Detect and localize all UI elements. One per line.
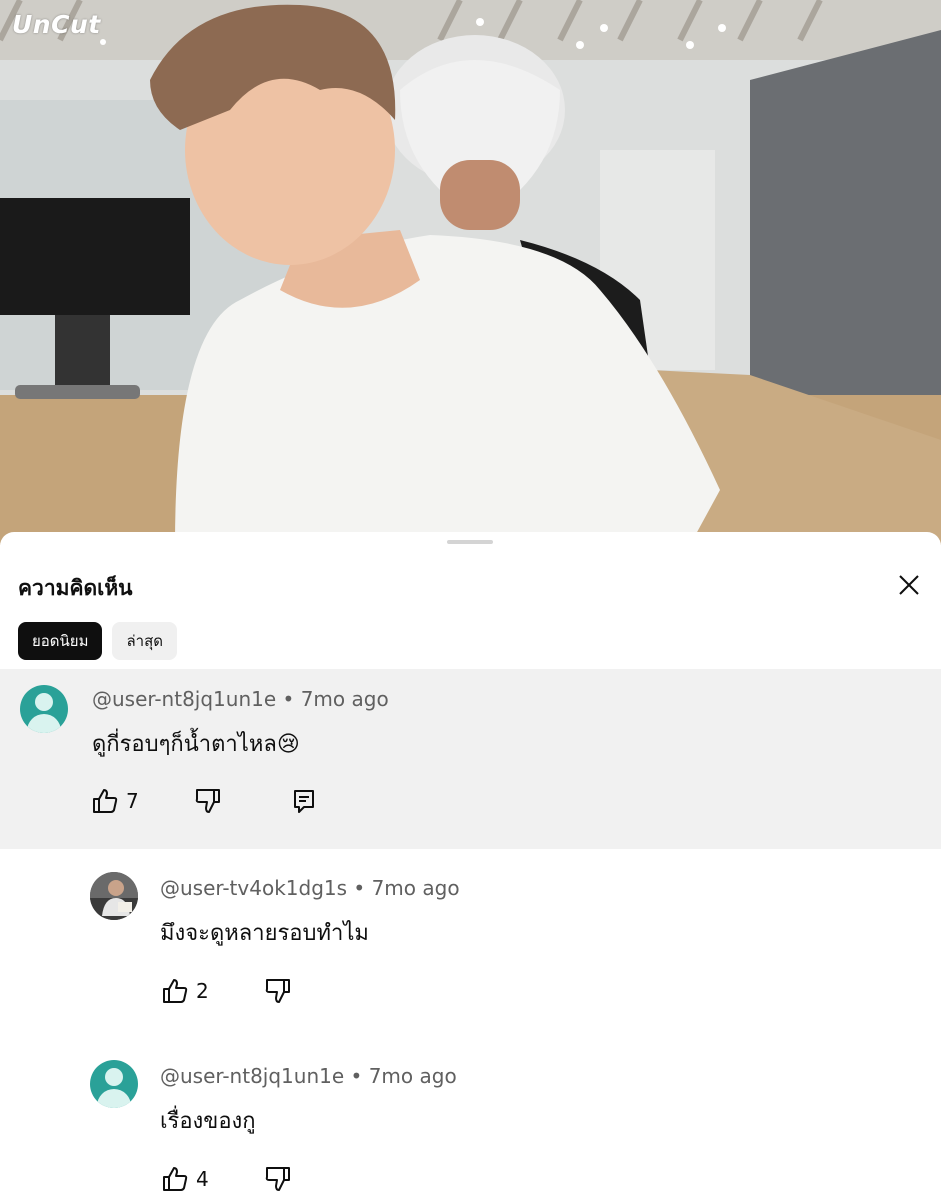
comments-title: ความคิดเห็น bbox=[18, 576, 133, 600]
close-button[interactable] bbox=[892, 568, 926, 602]
comment-text: ดูกี่รอบๆก็น้ำตาไหล😢 bbox=[92, 732, 300, 757]
reply-comment-icon bbox=[293, 790, 314, 813]
comment-meta: @user-nt8jq1un1e • 7mo ago bbox=[92, 687, 389, 711]
profile-photo bbox=[90, 872, 138, 920]
thumbs-up-icon bbox=[163, 1167, 188, 1191]
avatar-head-shape bbox=[35, 693, 53, 711]
like-count: 2 bbox=[196, 979, 209, 1003]
dislike-button[interactable] bbox=[263, 1164, 293, 1194]
sort-chips: ยอดนิยม ล่าสุด bbox=[18, 622, 177, 660]
dislike-button[interactable] bbox=[193, 786, 223, 816]
thumbs-down-icon bbox=[195, 789, 220, 813]
sort-chip-newest[interactable]: ล่าสุด bbox=[112, 622, 177, 660]
avatar[interactable] bbox=[20, 685, 68, 733]
comment-text: เรื่องของกู bbox=[160, 1109, 256, 1134]
like-count: 7 bbox=[126, 789, 139, 813]
avatar-body-shape bbox=[27, 714, 61, 733]
close-icon bbox=[899, 575, 919, 595]
comment-meta: @user-tv4ok1dg1s • 7mo ago bbox=[160, 876, 460, 900]
reply-button[interactable] bbox=[289, 786, 319, 816]
like-button[interactable]: 4 bbox=[160, 1164, 209, 1194]
avatar-head-shape bbox=[105, 1068, 123, 1086]
comment-author[interactable]: @user-nt8jq1un1e bbox=[160, 1064, 344, 1088]
avatar[interactable] bbox=[90, 872, 138, 920]
meta-separator: • bbox=[282, 687, 295, 711]
sort-chip-top[interactable]: ยอดนิยม bbox=[18, 622, 103, 660]
avatar-body-shape bbox=[97, 1089, 131, 1108]
video-player[interactable]: UnCut bbox=[0, 0, 941, 545]
avatar[interactable] bbox=[90, 1060, 138, 1108]
comment-actions: 2 bbox=[160, 976, 293, 1006]
drag-handle[interactable] bbox=[447, 540, 493, 544]
thumbs-up-icon bbox=[163, 979, 188, 1003]
meta-separator: • bbox=[353, 876, 366, 900]
thumbs-up-icon bbox=[93, 789, 118, 813]
top-comment: @user-nt8jq1un1e • 7mo ago ดูกี่รอบๆก็น้… bbox=[0, 669, 941, 849]
comment-actions: 4 bbox=[160, 1164, 293, 1194]
like-button[interactable]: 7 bbox=[90, 786, 139, 816]
comment-text: มึงจะดูหลายรอบทำไม bbox=[160, 921, 369, 946]
comment-age: 7mo ago bbox=[300, 687, 389, 711]
uncut-watermark: UnCut bbox=[12, 10, 101, 39]
comment-actions: 7 bbox=[90, 786, 319, 816]
comments-sheet: ความคิดเห็น ยอดนิยม ล่าสุด @user-nt8jq1u… bbox=[0, 532, 941, 1200]
dislike-button[interactable] bbox=[263, 976, 293, 1006]
like-button[interactable]: 2 bbox=[160, 976, 209, 1006]
reply-comment: @user-nt8jq1un1e • 7mo ago เรื่องของกู 4 bbox=[0, 1050, 941, 1200]
meta-separator: • bbox=[350, 1064, 363, 1088]
comment-author[interactable]: @user-nt8jq1un1e bbox=[92, 687, 276, 711]
reply-comment: @user-tv4ok1dg1s • 7mo ago มึงจะดูหลายรอ… bbox=[0, 862, 941, 1042]
like-count: 4 bbox=[196, 1167, 209, 1191]
comment-age: 7mo ago bbox=[371, 876, 460, 900]
comment-meta: @user-nt8jq1un1e • 7mo ago bbox=[160, 1064, 457, 1088]
thumbs-down-icon bbox=[265, 1167, 290, 1191]
video-frame-image bbox=[0, 0, 941, 545]
comment-age: 7mo ago bbox=[368, 1064, 457, 1088]
thumbs-down-icon bbox=[265, 979, 290, 1003]
comment-author[interactable]: @user-tv4ok1dg1s bbox=[160, 876, 347, 900]
